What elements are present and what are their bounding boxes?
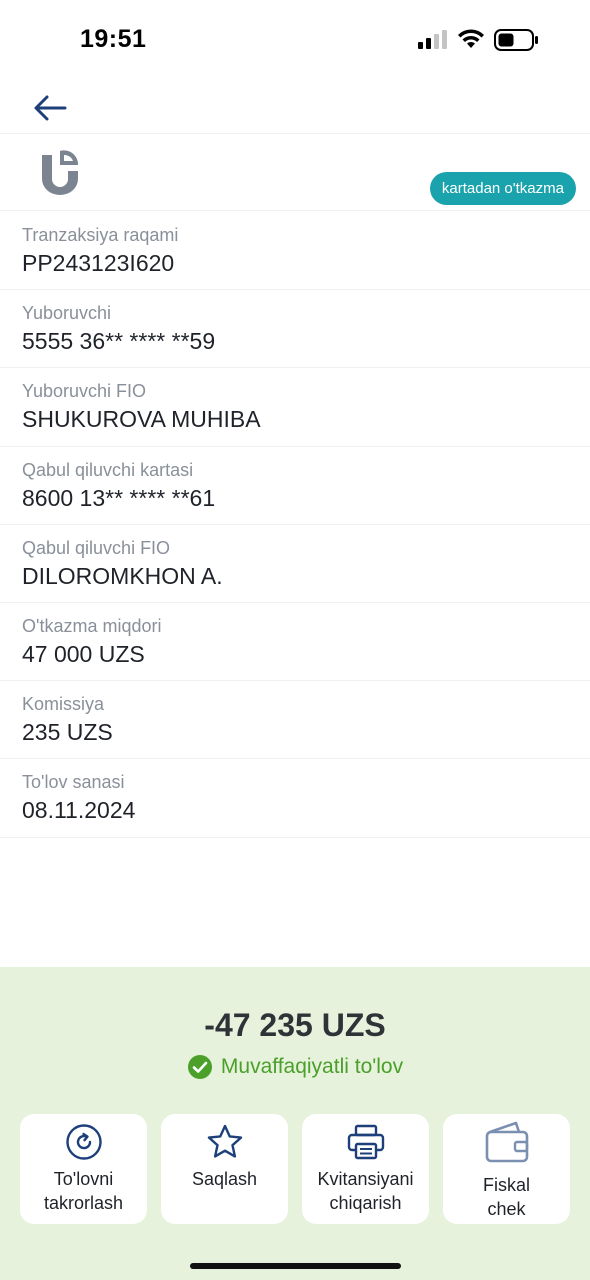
detail-value: PP243123I620 xyxy=(22,250,175,276)
action-label: Saqlash xyxy=(191,1169,258,1189)
detail-value: DILOROMKHON A. xyxy=(22,562,223,589)
arrow-left-icon xyxy=(34,95,67,121)
action-buttons: To'lovni takrorlash Saqlash Kvitansiyani… xyxy=(20,1114,570,1224)
action-label: chiqarish xyxy=(329,1193,402,1213)
detail-value: SHUKUROVA MUHIBA xyxy=(22,406,261,433)
star-icon xyxy=(207,1124,242,1158)
detail-row-recipient-name: Qabul qiluvchi FIO DILOROMKHON A. xyxy=(0,525,590,603)
detail-label: Yuboruvchi xyxy=(22,303,112,324)
detail-value: 08.11.2024 xyxy=(22,797,136,824)
detail-row-transaction-number: Tranzaksiya raqami PP243123I620 xyxy=(0,212,590,291)
back-button[interactable] xyxy=(30,88,70,128)
transaction-details: Tranzaksiya raqami PP243123I620 Yuboruvc… xyxy=(0,212,590,838)
fiscal-receipt-button[interactable]: Fiskal chek xyxy=(443,1114,570,1224)
transfer-type-badge: kartadan o'tkazma xyxy=(429,172,576,205)
wifi-icon xyxy=(458,29,484,48)
detail-row-payment-date: To'lov sanasi 08.11.2024 xyxy=(0,759,590,838)
detail-label: Tranzaksiya raqami xyxy=(22,225,179,245)
wallet-icon xyxy=(485,1121,528,1163)
cellular-signal-icon xyxy=(418,30,447,49)
printer-icon xyxy=(347,1124,384,1160)
detail-label: To'lov sanasi xyxy=(22,772,125,793)
detail-row-sender: Yuboruvchi 5555 36** **** **59 xyxy=(0,290,590,369)
action-label: Kvitansiyani xyxy=(317,1169,414,1189)
navigation-bar xyxy=(0,80,590,134)
detail-row-transfer-amount: O'tkazma miqdori 47 000 UZS xyxy=(0,603,590,682)
detail-label: Qabul qiluvchi kartasi xyxy=(22,459,194,480)
payment-summary-panel: -47 235 UZS Muvaffaqiyatli to'lov To'lov… xyxy=(0,967,590,1280)
repeat-icon xyxy=(65,1124,102,1160)
action-label: Fiskal xyxy=(482,1175,530,1195)
detail-value: 8600 13** **** **61 xyxy=(22,484,216,511)
detail-value: 5555 36** **** **59 xyxy=(22,328,216,355)
action-label: To'lovni xyxy=(53,1169,114,1189)
payment-status-text: Muvaffaqiyatli to'lov xyxy=(220,1055,404,1078)
action-label: chek xyxy=(487,1199,526,1219)
check-circle-icon xyxy=(187,1055,212,1079)
battery-icon xyxy=(494,29,538,51)
print-receipt-button[interactable]: Kvitansiyani chiqarish xyxy=(302,1114,429,1224)
transaction-header: kartadan o'tkazma xyxy=(0,135,590,211)
detail-label: Qabul qiluvchi FIO xyxy=(22,537,171,558)
detail-label: Komissiya xyxy=(22,694,105,715)
home-indicator[interactable] xyxy=(190,1263,401,1269)
detail-label: O'tkazma miqdori xyxy=(22,615,162,636)
total-amount: -47 235 UZS xyxy=(204,1007,386,1043)
status-bar: 19:51 xyxy=(0,0,590,80)
save-button[interactable]: Saqlash xyxy=(161,1114,288,1224)
status-time: 19:51 xyxy=(80,25,147,53)
detail-value: 47 000 UZS xyxy=(22,640,145,667)
detail-row-commission: Komissiya 235 UZS xyxy=(0,681,590,760)
detail-row-recipient-card: Qabul qiluvchi kartasi 8600 13** **** **… xyxy=(0,447,590,525)
detail-row-sender-name: Yuboruvchi FIO SHUKUROVA MUHIBA xyxy=(0,368,590,447)
action-label: takrorlash xyxy=(43,1193,124,1213)
payment-status: Muvaffaqiyatli to'lov xyxy=(0,1054,590,1080)
detail-value: 235 UZS xyxy=(22,719,113,746)
detail-label: Yuboruvchi FIO xyxy=(22,381,147,402)
repeat-payment-button[interactable]: To'lovni takrorlash xyxy=(20,1114,147,1224)
bank-logo-icon xyxy=(42,150,79,195)
